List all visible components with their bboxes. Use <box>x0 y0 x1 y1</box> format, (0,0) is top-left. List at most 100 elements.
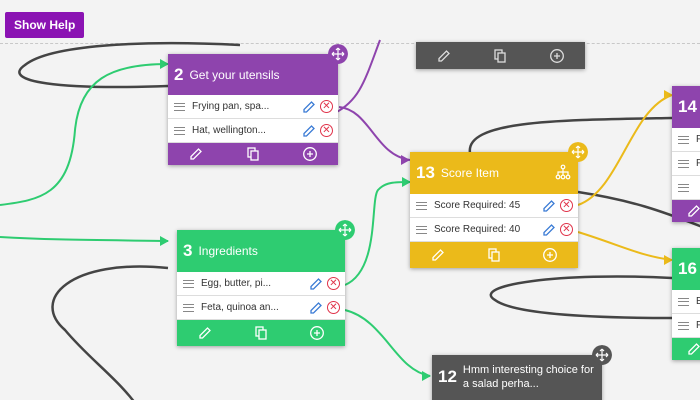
drag-handle-icon[interactable] <box>678 159 689 168</box>
node-salad[interactable]: 12 Hmm interesting choice for a salad pe… <box>432 345 612 400</box>
node-get-utensils[interactable]: 2 Get your utensils Frying pan, spa... ✕… <box>168 44 348 165</box>
node-number: 12 <box>438 367 457 386</box>
list-item[interactable]: Frying pan, spa... ✕ <box>168 95 338 119</box>
item-label: Score Required: 45 <box>434 200 521 211</box>
pencil-icon[interactable] <box>686 203 700 219</box>
move-icon[interactable] <box>328 44 348 64</box>
connections-layer <box>0 39 700 400</box>
arrowhead <box>160 236 169 246</box>
move-icon[interactable] <box>568 142 588 162</box>
arrowhead <box>422 371 431 381</box>
node-footer <box>410 242 578 268</box>
list-item[interactable]: Score Required: 40 ✕ <box>410 218 578 242</box>
drag-handle-icon[interactable] <box>678 321 689 330</box>
pencil-icon[interactable] <box>541 222 557 238</box>
list-item[interactable]: Score Required: 45 ✕ <box>410 194 578 218</box>
node-header[interactable]: 14 <box>672 86 700 128</box>
pencil-icon[interactable] <box>430 247 446 263</box>
list-item[interactable]: Feta, quinoa an... ✕ <box>177 296 345 320</box>
item-label: Frying pan, spa... <box>192 101 270 112</box>
item-label: Egg, butter, pi... <box>201 278 272 289</box>
node-header[interactable]: 16 <box>672 248 700 290</box>
node-title: Hmm interesting choice for a salad perha… <box>462 364 594 390</box>
node-number: 16 <box>678 259 697 278</box>
add-icon[interactable] <box>302 146 318 162</box>
delete-icon[interactable]: ✕ <box>327 277 340 290</box>
node-header[interactable]: 12 Hmm interesting choice for a salad pe… <box>432 355 602 391</box>
node-14-partial[interactable]: 14 F F <box>672 86 700 222</box>
node-footer <box>168 143 338 165</box>
move-icon[interactable] <box>592 345 612 365</box>
item-label: F <box>696 320 700 331</box>
drag-handle-icon[interactable] <box>416 201 427 210</box>
item-label: Feta, quinoa an... <box>201 302 279 313</box>
node-number: 2 <box>174 64 184 84</box>
list-item[interactable]: E <box>672 290 700 314</box>
delete-icon[interactable]: ✕ <box>320 124 333 137</box>
list-item[interactable]: F <box>672 152 700 176</box>
list-item[interactable]: F <box>672 314 700 338</box>
node-16-partial[interactable]: 16 E F <box>672 248 700 360</box>
add-icon[interactable] <box>549 48 565 64</box>
pencil-icon[interactable] <box>308 300 324 316</box>
node-title: Score Item <box>440 166 499 180</box>
node-ingredients[interactable]: 3 Ingredients Egg, butter, pi... ✕ Feta,… <box>177 220 355 346</box>
add-icon[interactable] <box>309 325 325 341</box>
drag-handle-icon[interactable] <box>416 225 427 234</box>
arrowhead <box>401 155 410 165</box>
node-title: Get your utensils <box>189 67 280 82</box>
delete-icon[interactable]: ✕ <box>320 100 333 113</box>
move-icon[interactable] <box>335 220 355 240</box>
connector <box>338 106 411 161</box>
connector <box>0 63 169 206</box>
drag-handle-icon[interactable] <box>678 183 689 192</box>
connector <box>0 236 169 242</box>
copy-icon[interactable] <box>492 48 508 64</box>
drag-handle-icon[interactable] <box>678 297 689 306</box>
pencil-icon[interactable] <box>686 341 700 357</box>
flow-canvas[interactable]: Show Help 2 Get your utensils Frying pan… <box>0 0 700 400</box>
node-footer <box>177 320 345 346</box>
delete-icon[interactable]: ✕ <box>560 199 573 212</box>
drag-handle-icon[interactable] <box>174 102 185 111</box>
pencil-icon[interactable] <box>188 146 204 162</box>
item-label: E <box>696 296 700 307</box>
node-footer <box>672 200 700 222</box>
list-item[interactable] <box>672 176 700 200</box>
pencil-icon[interactable] <box>541 198 557 214</box>
item-label: Hat, wellington... <box>192 125 266 136</box>
drag-handle-icon[interactable] <box>183 303 194 312</box>
node-score-item[interactable]: 13 Score Item Score Required: 45 ✕ Score… <box>410 142 588 268</box>
show-help-button[interactable]: Show Help <box>5 12 85 38</box>
node-header[interactable]: 13 Score Item <box>410 152 578 194</box>
connector <box>51 265 169 400</box>
add-icon[interactable] <box>542 247 558 263</box>
node-footer <box>416 42 585 69</box>
copy-icon[interactable] <box>253 325 269 341</box>
drag-handle-icon[interactable] <box>183 279 194 288</box>
delete-icon[interactable]: ✕ <box>327 301 340 314</box>
copy-icon[interactable] <box>486 247 502 263</box>
node-header[interactable]: 3 Ingredients <box>177 230 345 272</box>
pencil-icon[interactable] <box>436 48 452 64</box>
pencil-icon[interactable] <box>301 123 317 139</box>
pencil-icon[interactable] <box>308 276 324 292</box>
item-label: F <box>696 134 700 145</box>
item-label: F <box>696 158 700 169</box>
pencil-icon[interactable] <box>197 325 213 341</box>
connector <box>577 94 673 206</box>
node-header[interactable]: 2 Get your utensils <box>168 54 338 95</box>
node-dark-top-footer <box>416 42 585 69</box>
copy-icon[interactable] <box>245 146 261 162</box>
delete-icon[interactable]: ✕ <box>560 223 573 236</box>
node-number: 14 <box>678 97 697 116</box>
node-number: 13 <box>416 163 435 182</box>
hierarchy-icon[interactable] <box>555 164 571 180</box>
drag-handle-icon[interactable] <box>174 126 185 135</box>
connector <box>344 181 411 286</box>
list-item[interactable]: Egg, butter, pi... ✕ <box>177 272 345 296</box>
drag-handle-icon[interactable] <box>678 135 689 144</box>
list-item[interactable]: F <box>672 128 700 152</box>
list-item[interactable]: Hat, wellington... ✕ <box>168 119 338 143</box>
pencil-icon[interactable] <box>301 99 317 115</box>
